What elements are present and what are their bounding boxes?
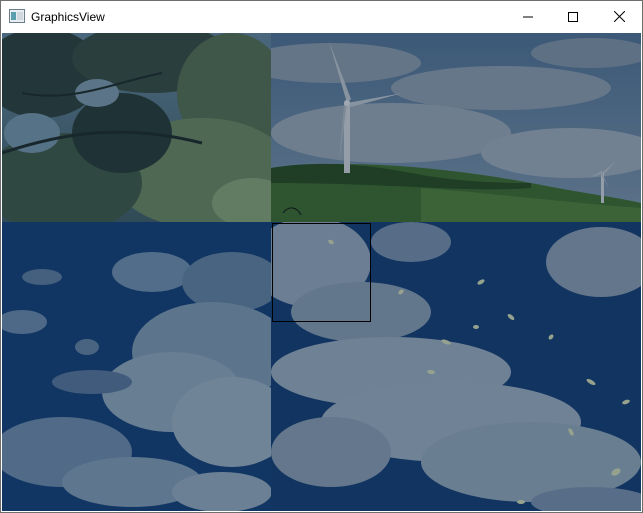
- graphicsview-window: GraphicsView: [0, 0, 643, 513]
- maximize-icon: [568, 11, 578, 22]
- title-bar[interactable]: GraphicsView: [1, 1, 642, 32]
- forest-leaves-tile[interactable]: [2, 33, 271, 222]
- selection-rectangle[interactable]: [272, 223, 371, 322]
- close-icon: [613, 11, 625, 22]
- minimize-button[interactable]: [505, 1, 551, 32]
- qt-window-icon: [9, 9, 25, 23]
- maximize-button[interactable]: [550, 1, 596, 32]
- wind-turbines-tile[interactable]: [271, 33, 641, 222]
- blue-sky-clouds-tile[interactable]: [2, 222, 271, 511]
- graphics-view-canvas[interactable]: [2, 33, 641, 511]
- close-button[interactable]: [596, 1, 642, 32]
- minimize-icon: [523, 12, 533, 22]
- window-title: GraphicsView: [31, 10, 105, 24]
